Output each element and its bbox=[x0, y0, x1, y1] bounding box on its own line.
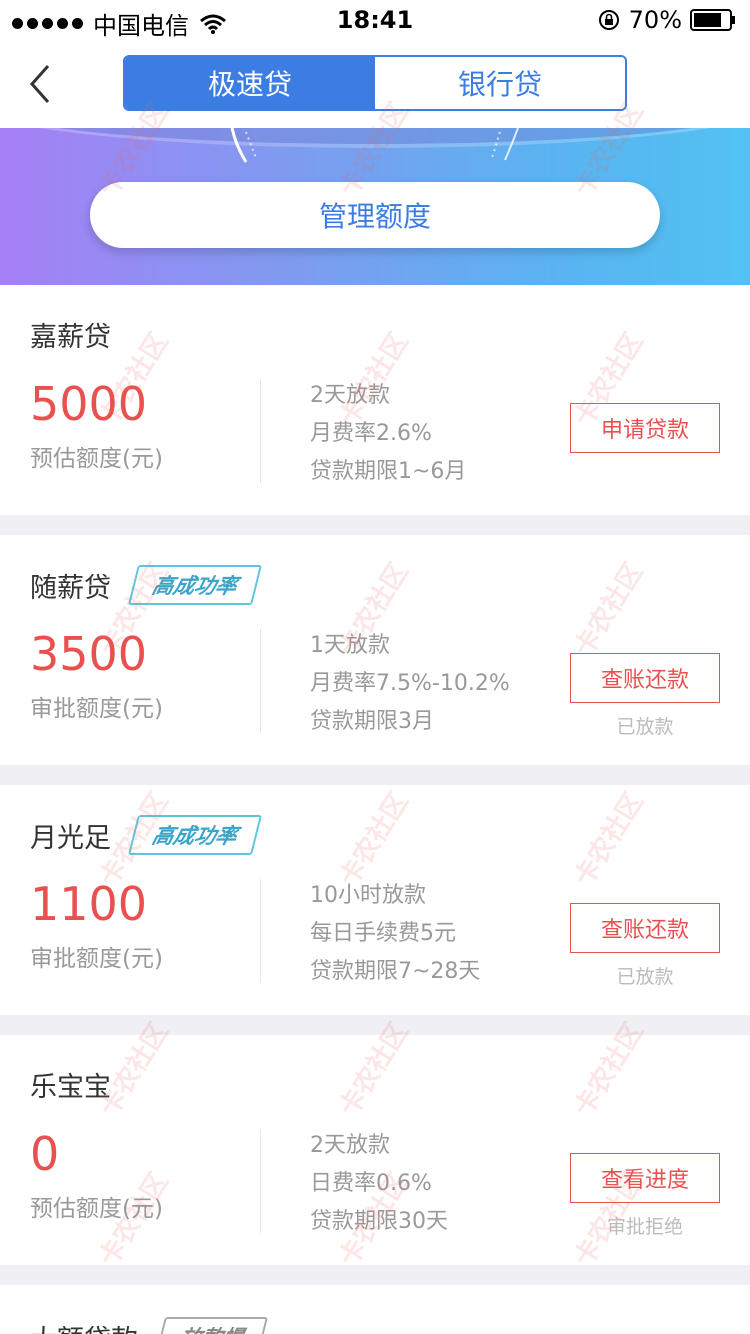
loan-name-row: 乐宝宝 bbox=[30, 1065, 111, 1104]
check-progress-button[interactable]: 查看进度 bbox=[570, 1153, 720, 1203]
slow-disbursement-badge: 放款慢 bbox=[155, 1317, 268, 1334]
disbursement-time: 2天放款 bbox=[310, 1133, 390, 1158]
battery-icon bbox=[690, 9, 735, 31]
loan-amount: 1100 bbox=[30, 877, 148, 931]
disbursement-time: 1天放款 bbox=[310, 633, 390, 658]
loan-card: 乐宝宝 0 预估额度(元) 2天放款 日费率0.6% 贷款期限30天 查看进度 … bbox=[0, 1035, 750, 1265]
check-repay-button[interactable]: 查账还款 bbox=[570, 903, 720, 953]
status-right: 70% bbox=[597, 6, 736, 34]
high-success-badge: 高成功率 bbox=[128, 815, 262, 855]
tab-bank-loan[interactable]: 银行贷 bbox=[375, 57, 625, 109]
loan-name-row: 随薪贷 高成功率 bbox=[30, 565, 262, 605]
loan-amount-label: 审批额度(元) bbox=[30, 696, 163, 722]
fee-rate: 月费率2.6% bbox=[310, 421, 432, 446]
loan-info: 2天放款 日费率0.6% 贷款期限30天 bbox=[310, 1127, 448, 1241]
segmented-control: 极速贷 银行贷 bbox=[123, 55, 627, 111]
loan-name: 大额贷款 bbox=[30, 1318, 138, 1334]
loan-name-row: 大额贷款 放款慢 bbox=[30, 1317, 268, 1334]
loan-info: 10小时放款 每日手续费5元 贷款期限7~28天 bbox=[310, 877, 480, 991]
apply-loan-button[interactable]: 申请贷款 bbox=[570, 403, 720, 453]
divider bbox=[260, 629, 261, 733]
nav-bar: 极速贷 银行贷 bbox=[0, 40, 750, 128]
loan-card: 月光足 高成功率 1100 审批额度(元) 10小时放款 每日手续费5元 贷款期… bbox=[0, 785, 750, 1015]
loan-amount-label: 审批额度(元) bbox=[30, 946, 163, 972]
banner: 管理额度 bbox=[0, 128, 750, 285]
disbursement-time: 2天放款 bbox=[310, 383, 390, 408]
loan-info: 2天放款 月费率2.6% 贷款期限1~6月 bbox=[310, 377, 466, 491]
loan-name-row: 嘉薪贷 bbox=[30, 315, 111, 354]
status-bar: 中国电信 18:41 70% bbox=[0, 0, 750, 40]
loan-name: 随薪贷 bbox=[30, 572, 111, 604]
divider bbox=[260, 1129, 261, 1233]
loan-amount: 0 bbox=[30, 1127, 60, 1181]
loan-name: 月光足 bbox=[30, 822, 111, 854]
loan-name: 嘉薪贷 bbox=[30, 322, 111, 353]
loan-card: 大额贷款 放款慢 bbox=[0, 1285, 750, 1334]
loan-name-row: 月光足 高成功率 bbox=[30, 815, 262, 855]
loan-term: 贷款期限7~28天 bbox=[310, 959, 481, 984]
loan-card: 嘉薪贷 5000 预估额度(元) 2天放款 月费率2.6% 贷款期限1~6月 申… bbox=[0, 285, 750, 515]
loan-status: 已放款 bbox=[616, 716, 674, 738]
fee-rate: 每日手续费5元 bbox=[310, 921, 456, 946]
back-arrow-icon[interactable] bbox=[26, 62, 54, 106]
loan-name: 乐宝宝 bbox=[30, 1072, 111, 1103]
loan-info: 1天放款 月费率7.5%-10.2% 贷款期限3月 bbox=[310, 627, 510, 741]
loan-amount-label: 预估额度(元) bbox=[30, 446, 163, 472]
high-success-badge: 高成功率 bbox=[128, 565, 262, 605]
loan-status: 已放款 bbox=[616, 966, 674, 988]
loan-amount-label: 预估额度(元) bbox=[30, 1196, 163, 1222]
fee-rate: 月费率7.5%-10.2% bbox=[310, 671, 510, 696]
divider bbox=[260, 879, 261, 983]
tab-express-loan[interactable]: 极速贷 bbox=[125, 57, 375, 109]
divider bbox=[260, 379, 261, 483]
loan-term: 贷款期限3月 bbox=[310, 709, 434, 734]
check-repay-button[interactable]: 查账还款 bbox=[570, 653, 720, 703]
loan-status: 审批拒绝 bbox=[606, 1216, 683, 1238]
battery-percent: 70% bbox=[628, 6, 682, 34]
loan-card: 随薪贷 高成功率 3500 审批额度(元) 1天放款 月费率7.5%-10.2%… bbox=[0, 535, 750, 765]
manage-quota-button[interactable]: 管理额度 bbox=[90, 182, 660, 248]
loan-term: 贷款期限30天 bbox=[310, 1209, 448, 1234]
fee-rate: 日费率0.6% bbox=[310, 1171, 432, 1196]
loan-amount: 5000 bbox=[30, 377, 148, 431]
disbursement-time: 10小时放款 bbox=[310, 883, 426, 908]
loan-term: 贷款期限1~6月 bbox=[310, 459, 467, 484]
loan-amount: 3500 bbox=[30, 627, 148, 681]
rotation-lock-icon bbox=[598, 10, 619, 30]
